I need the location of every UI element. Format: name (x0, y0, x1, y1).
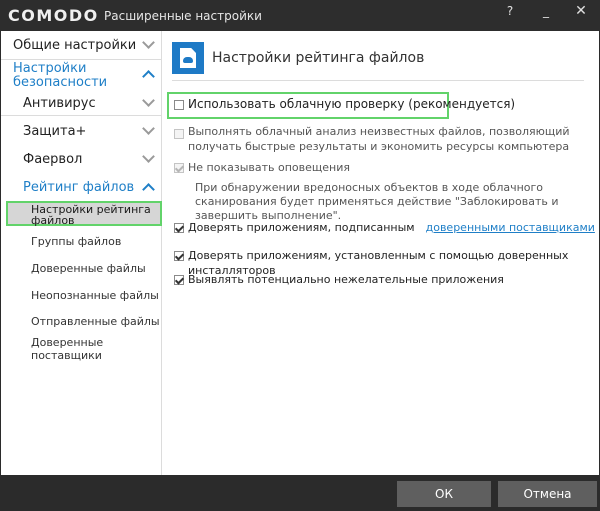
sidebar-item-label: Защита+ (23, 124, 87, 139)
chevron-down-icon (142, 150, 155, 163)
cloud-icon (183, 57, 193, 63)
sidebar: Общие настройки Настройки безопасности А… (1, 31, 162, 475)
sidebar-item-label: Рейтинг файлов (23, 180, 135, 195)
hide-alerts-checkbox[interactable] (174, 163, 184, 173)
divider (172, 80, 584, 81)
trust-signed-text: Доверять приложениям, подписанным (188, 221, 415, 234)
comodo-logo: COMODO (8, 6, 99, 25)
trust-signed-checkbox[interactable] (174, 223, 184, 233)
help-button[interactable]: ? (497, 0, 523, 22)
sidebar-item-rating[interactable]: Рейтинг файлов (1, 173, 161, 201)
close-button[interactable]: ✕ (566, 0, 596, 22)
chevron-up-icon (142, 70, 155, 83)
sidebar-item-rating-settings[interactable]: Настройки рейтинга файлов (6, 201, 162, 226)
cloud-analysis-checkbox[interactable] (174, 129, 184, 139)
page-title: Настройки рейтинга файлов (212, 50, 425, 66)
sidebar-item-antivirus[interactable]: Антивирус (1, 89, 161, 117)
chevron-down-icon (142, 94, 155, 107)
sidebar-item-submitted-files[interactable]: Отправленные файлы (31, 315, 160, 328)
window-title: Расширенные настройки (104, 9, 262, 23)
trusted-vendors-link[interactable]: доверенными поставщиками (426, 221, 595, 234)
sidebar-item-label: Антивирус (23, 96, 96, 111)
file-rating-icon (172, 42, 204, 74)
cloud-check-checkbox[interactable] (174, 100, 184, 110)
detect-pua-label: Выявлять потенциально нежелательные прил… (188, 273, 504, 286)
cloud-check-label: Использовать облачную проверку (рекоменд… (188, 97, 516, 111)
hide-alerts-description: При обнаружении вредоносных объектов в х… (195, 181, 559, 222)
cloud-analysis-label: Выполнять облачный анализ неизвестных фа… (188, 125, 570, 153)
sidebar-item-firewall[interactable]: Фаервол (1, 145, 161, 173)
sidebar-item-trusted-files[interactable]: Доверенные файлы (31, 262, 146, 275)
sidebar-item-general[interactable]: Общие настройки (1, 31, 161, 60)
sidebar-item-unrecognized-files[interactable]: Неопознанные файлы (31, 289, 159, 302)
sidebar-item-label: Общие настройки (13, 38, 137, 53)
sidebar-item-trusted-vendors[interactable]: Доверенные поставщики (31, 336, 131, 362)
sidebar-item-label: Настройки рейтинга файлов (31, 203, 151, 227)
sidebar-item-file-groups[interactable]: Группы файлов (31, 235, 121, 248)
minimize-button[interactable]: _ (533, 0, 559, 22)
sidebar-item-label: Настройки безопасности (13, 61, 108, 90)
main-panel: Настройки рейтинга файлов Использовать о… (163, 31, 599, 475)
trust-signed-label: Доверять приложениям, подписанным довере… (188, 220, 595, 235)
sidebar-item-protection[interactable]: Защита+ (1, 117, 161, 145)
chevron-down-icon (142, 36, 155, 49)
ok-button[interactable]: ОК (397, 481, 491, 507)
sidebar-item-label: Фаервол (23, 152, 83, 167)
trust-installers-checkbox[interactable] (174, 251, 184, 261)
footer-bar: ОК Отмена (0, 475, 600, 511)
chevron-down-icon (142, 122, 155, 135)
title-bar: COMODO Расширенные настройки ? _ ✕ (0, 0, 600, 31)
chevron-up-icon (142, 183, 155, 196)
cancel-button[interactable]: Отмена (498, 481, 597, 507)
detect-pua-checkbox[interactable] (174, 275, 184, 285)
dialog-content: Общие настройки Настройки безопасности А… (1, 31, 599, 475)
hide-alerts-label: Не показывать оповещения (188, 161, 350, 174)
